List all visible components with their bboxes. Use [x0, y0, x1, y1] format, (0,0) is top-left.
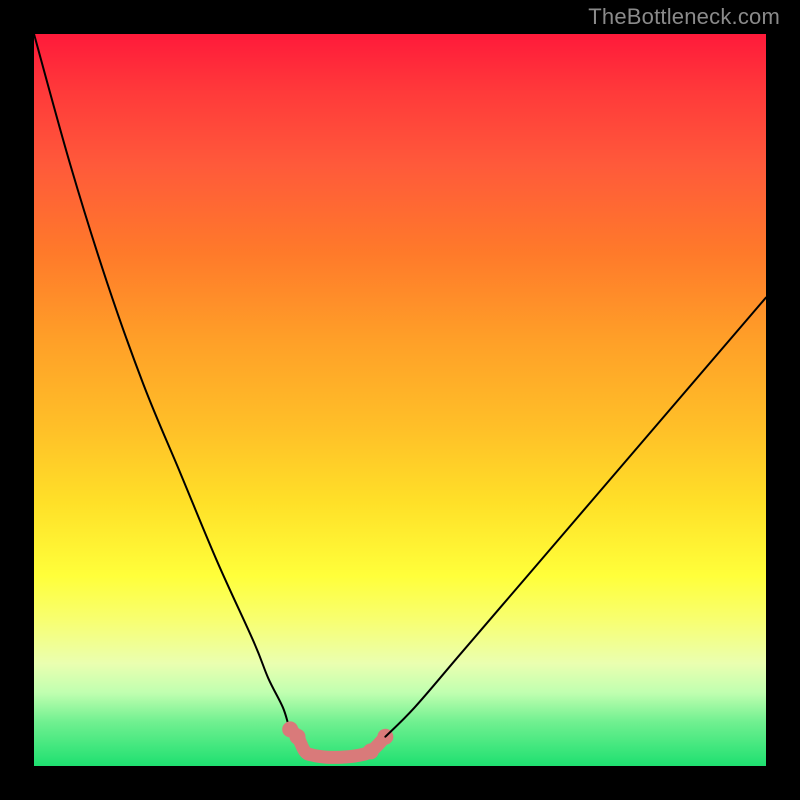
chart-container: TheBottleneck.com [0, 0, 800, 800]
series-right-branch [385, 298, 766, 737]
series-left-branch [34, 34, 298, 737]
chart-svg [34, 34, 766, 766]
plot-area [34, 34, 766, 766]
valley-floor-marker [363, 743, 379, 759]
series-group [34, 34, 766, 759]
valley-floor-marker [290, 729, 306, 745]
watermark-text: TheBottleneck.com [0, 4, 800, 30]
